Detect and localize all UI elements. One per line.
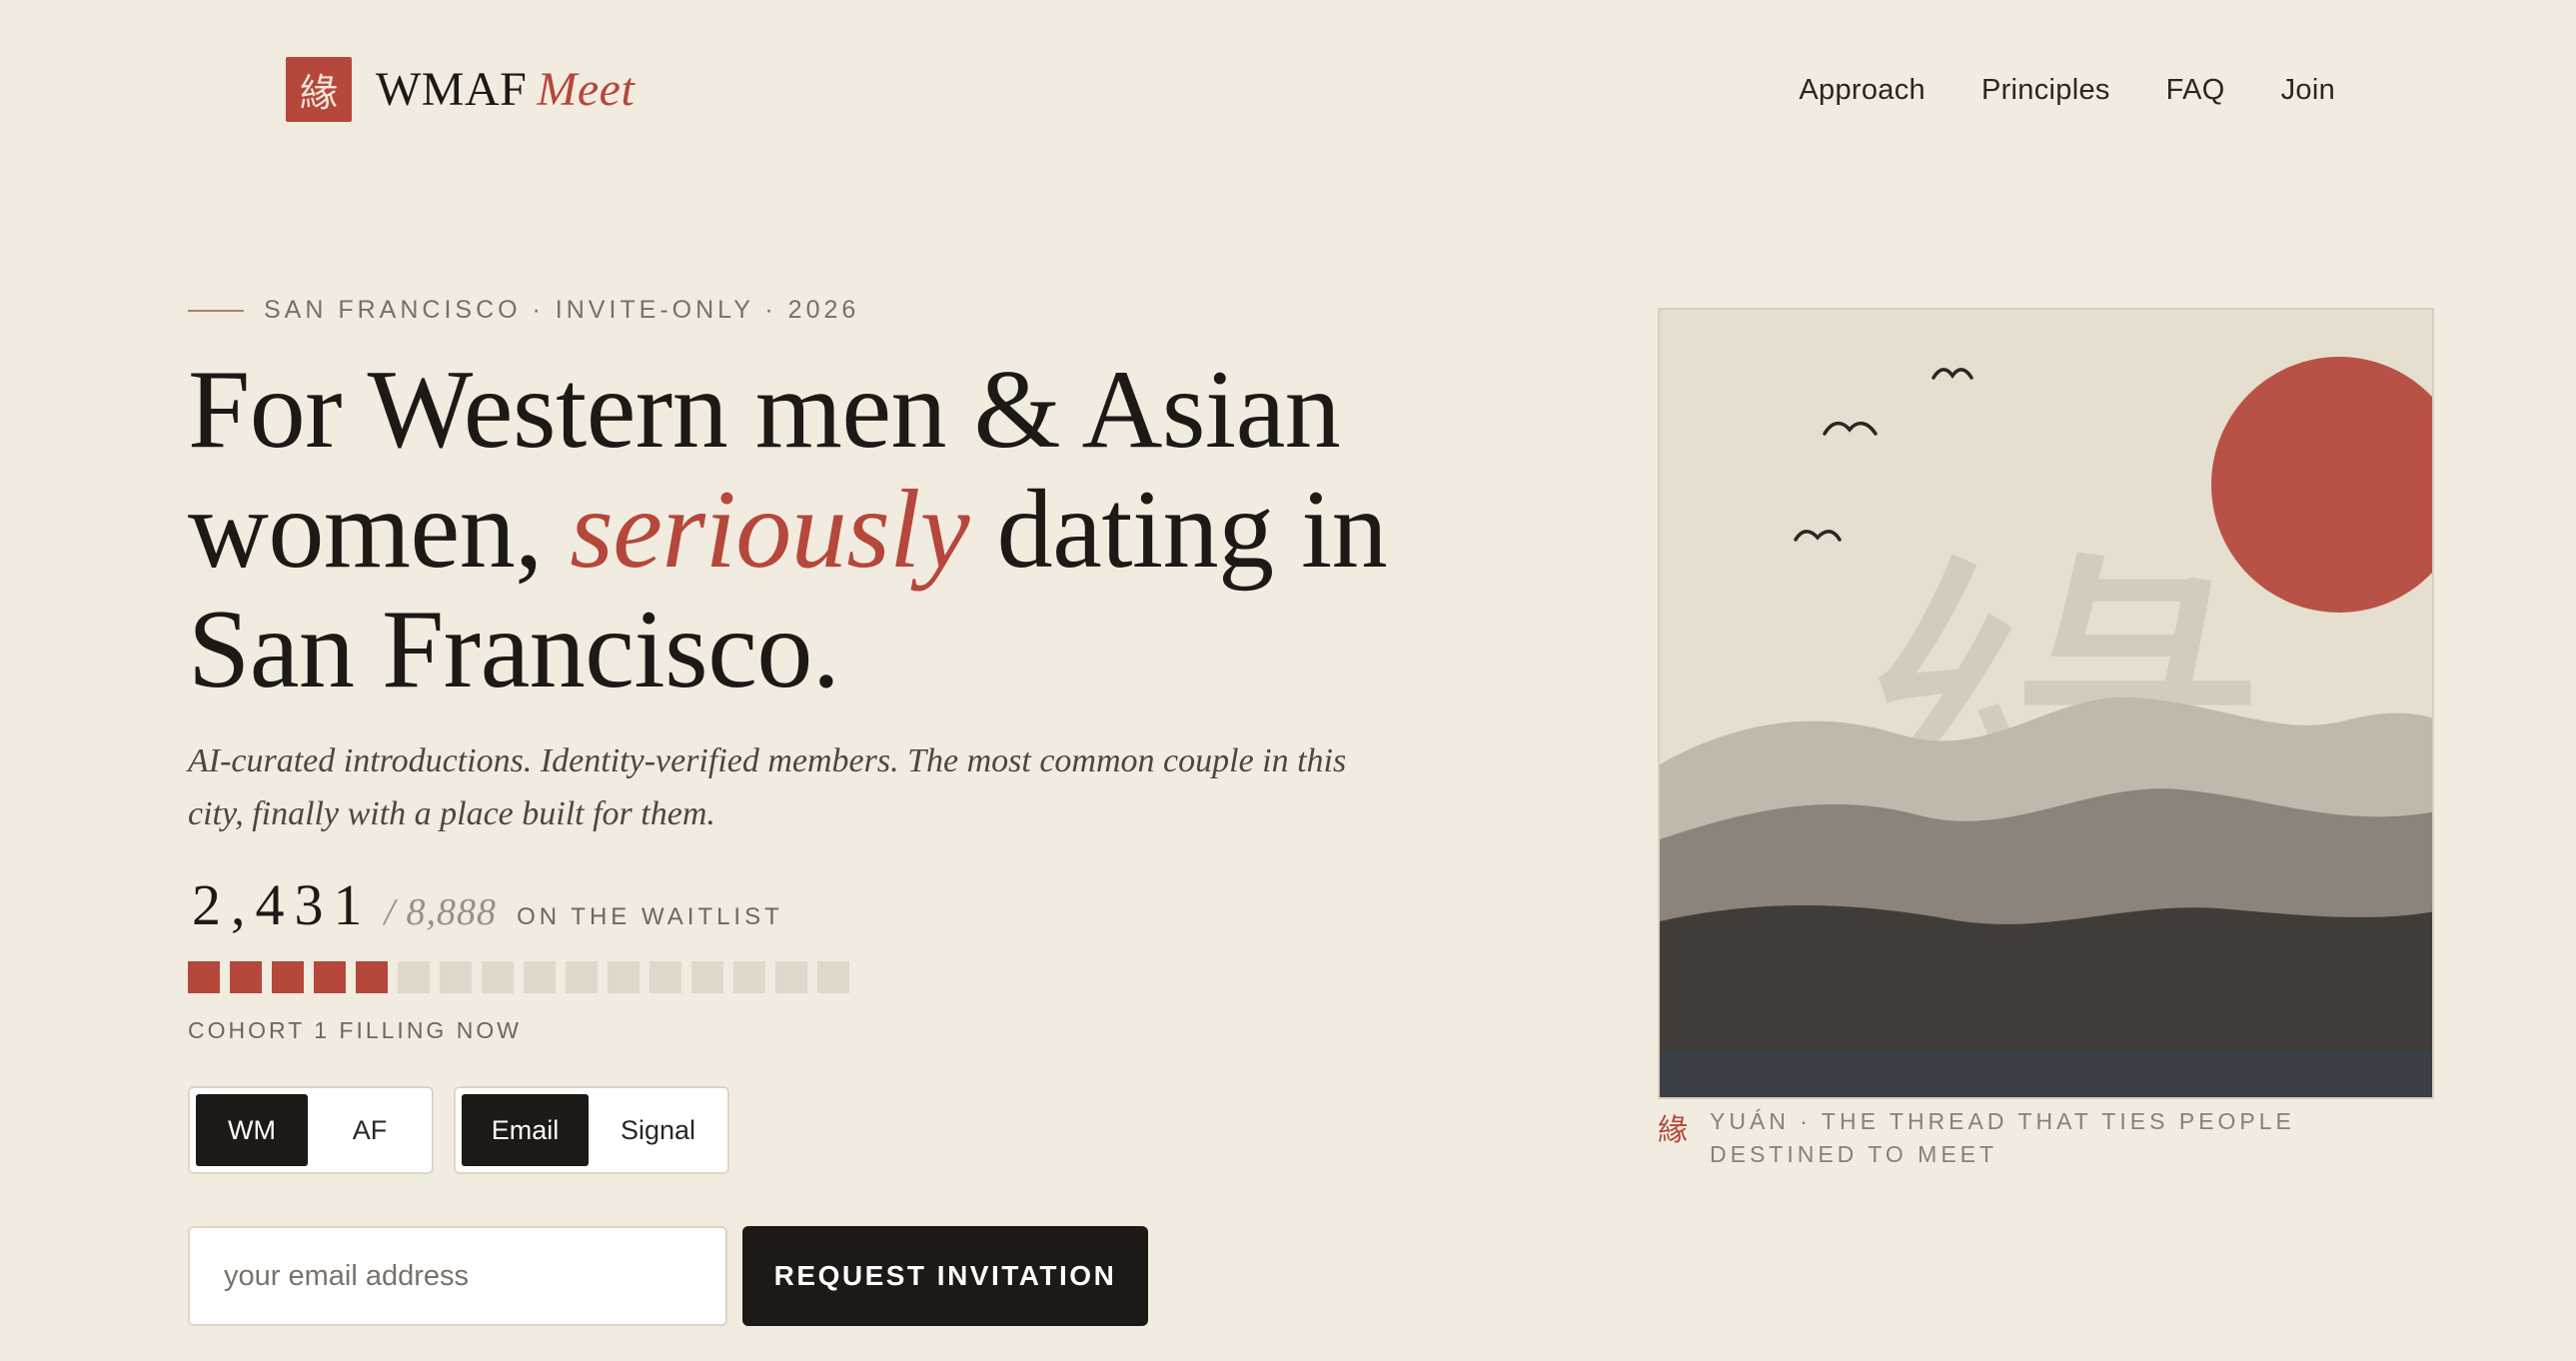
progress-segment-filled xyxy=(188,961,220,993)
progress-segment-empty xyxy=(691,961,723,993)
hero-eyebrow: SAN FRANCISCO · INVITE-ONLY · 2026 xyxy=(188,296,859,325)
progress-segment-empty xyxy=(440,961,472,993)
headline-accent: seriously xyxy=(570,468,970,592)
progress-segment-empty xyxy=(398,961,430,993)
hero-headline: For Western men & Asian women, seriously… xyxy=(188,350,1487,709)
progress-segment-empty xyxy=(482,961,514,993)
waitlist-label: ON THE WAITLIST xyxy=(517,903,783,930)
gender-toggle: WM AF xyxy=(188,1086,434,1174)
progress-segment-empty xyxy=(775,961,807,993)
progress-segment-empty xyxy=(649,961,681,993)
brand-name: WMAF Meet xyxy=(376,62,635,117)
main-nav: Approach Principles FAQ Join xyxy=(1799,74,2335,107)
landscape-illustration: 緣 xyxy=(1660,310,2432,1097)
request-invitation-button[interactable]: REQUEST INVITATION xyxy=(742,1226,1148,1326)
brand-logo[interactable]: 緣 WMAF Meet xyxy=(286,57,635,122)
eyebrow-rule xyxy=(188,309,244,312)
progress-segment-empty xyxy=(817,961,849,993)
progress-segment-filled xyxy=(356,961,388,993)
waitlist-total: / 8,888 xyxy=(384,891,498,933)
nav-approach[interactable]: Approach xyxy=(1799,74,1926,107)
hero-illustration: 緣 xyxy=(1658,308,2434,1099)
waitlist-progress xyxy=(188,961,849,993)
hero-subtitle: AI-curated introductions. Identity-verif… xyxy=(188,742,1347,832)
toggle-option-signal[interactable]: Signal xyxy=(595,1094,721,1166)
progress-segment-empty xyxy=(608,961,640,993)
nav-join[interactable]: Join xyxy=(2281,74,2335,107)
waitlist-counter: 2,431 / 8,888 ON THE WAITLIST xyxy=(192,871,783,938)
water-strip xyxy=(1660,1051,2432,1097)
email-input[interactable] xyxy=(188,1226,727,1326)
toggle-option-wm[interactable]: WM xyxy=(196,1094,308,1166)
progress-segment-filled xyxy=(272,961,304,993)
eyebrow-text: SAN FRANCISCO · INVITE-ONLY · 2026 xyxy=(264,296,860,324)
progress-segment-empty xyxy=(733,961,765,993)
landing-page: 緣 WMAF Meet Approach Principles FAQ Join … xyxy=(0,0,2576,1361)
logo-mark-icon: 緣 xyxy=(286,57,352,122)
progress-segment-filled xyxy=(314,961,346,993)
caption-mark-icon: 緣 xyxy=(1658,1113,1688,1148)
brand-name-primary: WMAF xyxy=(376,63,528,116)
progress-segment-empty xyxy=(566,961,598,993)
progress-segment-empty xyxy=(524,961,556,993)
toggle-option-email[interactable]: Email xyxy=(462,1094,589,1166)
nav-principles[interactable]: Principles xyxy=(1981,74,2110,107)
cohort-status: COHORT 1 FILLING NOW xyxy=(188,1017,522,1043)
contact-toggle: Email Signal xyxy=(454,1086,729,1174)
brand-name-accent: Meet xyxy=(537,63,636,116)
waitlist-count: 2,431 xyxy=(192,872,373,937)
illustration-caption: 緣 YUÁN · THE THREAD THAT TIES PEOPLE DES… xyxy=(1658,1105,2437,1171)
caption-text: YUÁN · THE THREAD THAT TIES PEOPLE DESTI… xyxy=(1710,1108,2295,1167)
nav-faq[interactable]: FAQ xyxy=(2166,74,2225,107)
progress-segment-filled xyxy=(230,961,262,993)
toggle-option-af[interactable]: AF xyxy=(314,1094,426,1166)
